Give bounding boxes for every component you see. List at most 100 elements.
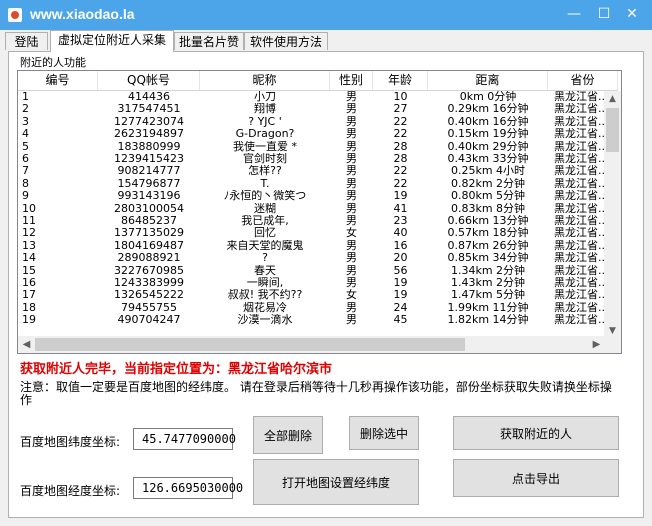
table-row[interactable]: 8 154796877 T. 男 22 0.82km 2分钟 黑龙江省...	[18, 178, 605, 191]
get-nearby-button[interactable]: 获取附近的人	[453, 416, 619, 450]
tab-bar: 登陆 虚拟定位附近人采集 批量名片赞 软件使用方法	[0, 30, 652, 52]
delete-selected-button[interactable]: 删除选中	[349, 416, 419, 450]
close-button[interactable]: ✕	[620, 4, 644, 24]
cell-col-number: 7	[22, 165, 29, 178]
delete-all-button[interactable]: 全部删除	[253, 416, 323, 454]
cell-col-age: 19	[393, 289, 408, 302]
scroll-left-icon[interactable]: ◀	[18, 336, 35, 353]
tab-usage-guide[interactable]: 软件使用方法	[244, 32, 328, 50]
cell-col-age: 41	[393, 202, 408, 215]
longitude-input[interactable]: 126.6695030000	[133, 477, 243, 499]
cell-col-gender: 男	[346, 252, 357, 265]
cell-col-qq: 490704247	[117, 314, 181, 327]
cell-col-qq: 2623194897	[114, 128, 184, 141]
scroll-right-icon[interactable]: ▶	[588, 336, 605, 353]
cell-col-distance: 0.40km 16分钟	[447, 115, 529, 128]
horizontal-scrollbar[interactable]: ◀ ▶	[18, 336, 605, 353]
table-row[interactable]: 7 908214777 怎样?? 男 22 0.25km 4小时 黑龙江省...	[18, 165, 605, 178]
table-row[interactable]: 16 1243383999 一瞬间, 男 19 1.43km 2分钟 黑龙江省...	[18, 277, 605, 290]
cell-col-distance: 0.40km 29分钟	[447, 140, 529, 153]
nearby-people-grid[interactable]: 编号 QQ帐号 昵称 性别 年龄 距离 省份 1 414436 小刀男 10 0km 0分钟 黑龙江省…	[17, 70, 622, 354]
cell-col-nickname: 我使一直爱 *	[233, 140, 297, 153]
table-row[interactable]: 3 1277423074 ? YJC ' 男 22 0.40km 16分钟 黑龙江省...	[18, 116, 605, 129]
longitude-label: 百度地图经度坐标:	[20, 484, 121, 498]
open-map-button[interactable]: 打开地图设置经纬度	[253, 459, 419, 505]
cell-col-nickname: 迷糊	[254, 202, 276, 215]
status-message: 获取附近人完毕，当前指定位置为：黑龙江省哈尔滨市	[20, 362, 333, 377]
cell-col-gender: 男	[346, 103, 357, 116]
cell-col-gender: 女	[346, 289, 357, 302]
scroll-up-icon[interactable]: ▲	[604, 91, 621, 107]
cell-col-qq: 1326545222	[114, 289, 184, 302]
table-row[interactable]: 6 1239415423 官剑时刻 男 28 0.43km 33分钟 黑龙江省...	[18, 153, 605, 166]
cell-col-number: 16	[22, 277, 36, 289]
header-col-number[interactable]: 编号	[18, 71, 98, 90]
note-text: 注意：取值一定要是百度地图的经纬度。 请在登录后稍等待十几秒再操作该功能，部份坐…	[20, 380, 612, 407]
cell-col-gender: 男	[346, 165, 357, 178]
cell-col-qq: 1804169487	[114, 239, 184, 252]
cell-col-qq: 908214777	[117, 165, 181, 178]
cell-col-age: 22	[393, 115, 408, 128]
cell-col-province: 黑龙江省...	[554, 153, 605, 165]
vertical-scroll-thumb[interactable]	[606, 108, 619, 152]
cell-col-number: 11	[22, 215, 36, 227]
cell-col-number: 4	[22, 128, 29, 141]
cell-col-distance: 1.99km 11分钟	[447, 301, 529, 314]
table-row[interactable]: 17 1326545222 叔叔! 我不约?? 女 19 1.47km 5分钟 黑龙江省..…	[18, 289, 605, 302]
table-row[interactable]: 12 1377135029 回忆 女 40 0.57km 18分钟 黑龙江省...	[18, 227, 605, 240]
maximize-button[interactable]: ☐	[592, 4, 616, 24]
table-row[interactable]: 9 993143196 ﾉ永恒的丶微笑つ 男 19 0.80km 5分钟 黑龙江省...	[18, 190, 605, 203]
cell-col-distance: 1.82km 14分钟	[447, 314, 529, 327]
table-row[interactable]: 13 1804169487 来自天堂的魔鬼 男 16 0.87km 26分钟 黑龙江省...	[18, 240, 605, 253]
cell-col-age: 24	[393, 301, 408, 314]
cell-col-number: 13	[22, 239, 36, 252]
cell-col-nickname: 沙漠一滴水	[237, 314, 293, 327]
vertical-scrollbar[interactable]: ▲ ▼	[604, 91, 621, 339]
header-col-age[interactable]: 年龄	[373, 71, 428, 90]
tab-nearby-collect[interactable]: 虚拟定位附近人采集	[50, 30, 174, 52]
header-col-qq[interactable]: QQ帐号	[98, 71, 200, 90]
table-row[interactable]: 2 317547451 翔博 男 27 0.29km 16分钟 黑龙江省...	[18, 103, 605, 116]
minimize-button[interactable]: —	[562, 4, 586, 24]
table-row[interactable]: 15 3227670985 春天 男 56 1.34km 2分钟 黑龙江省...	[18, 265, 605, 278]
panel-label: 附近的人功能	[20, 56, 86, 69]
cell-col-gender: 男	[346, 277, 357, 289]
header-col-gender[interactable]: 性别	[330, 71, 373, 90]
cell-col-distance: 0.66km 13分钟	[447, 215, 529, 227]
table-row[interactable]: 14 289088921? 男 20 0.85km 34分钟 黑龙江省...	[18, 252, 605, 265]
header-col-province[interactable]: 省份	[548, 71, 618, 90]
cell-col-number: 17	[22, 289, 36, 302]
cell-col-nickname: 春天	[254, 264, 276, 277]
table-row[interactable]: 1 414436 小刀 男 10 0km 0分钟 黑龙江省...	[18, 91, 605, 104]
table-row[interactable]: 10 2803100054 迷糊 男 41 0.83km 8分钟 黑龙江省...	[18, 203, 605, 216]
tab-batch-card-like[interactable]: 批量名片赞	[174, 32, 244, 50]
grid-rows: 1 414436 小刀男 10 0km 0分钟 黑龙江省... 2 317547451 翔博男 2…	[18, 91, 605, 339]
table-row[interactable]: 11 86485237 我已成年, 男 23 0.66km 13分钟 黑龙江省...	[18, 215, 605, 228]
horizontal-scroll-thumb[interactable]	[35, 338, 465, 351]
header-col-nickname[interactable]: 昵称	[200, 71, 330, 90]
cell-col-nickname: 烟花易冷	[243, 301, 287, 314]
cell-col-nickname: 翔博	[254, 103, 276, 116]
export-button[interactable]: 点击导出	[453, 459, 619, 497]
table-row[interactable]: 19 490704247 沙漠一滴水 男 45 1.82km 14分钟 黑龙江省...	[18, 314, 605, 327]
cell-col-nickname: 一瞬间,	[246, 277, 284, 289]
cell-col-age: 19	[393, 190, 408, 203]
latitude-input[interactable]: 45.7477090000	[133, 428, 236, 450]
table-row[interactable]: 18 79455755 烟花易冷 男 24 1.99km 11分钟 黑龙江省...	[18, 302, 605, 315]
cell-col-nickname: 我已成年,	[241, 215, 289, 227]
cell-col-gender: 男	[346, 239, 357, 252]
cell-col-age: 20	[393, 252, 408, 265]
table-row[interactable]: 5 183880999 我使一直爱 * 男 28 0.40km 29分钟 黑龙江省...	[18, 141, 605, 154]
cell-col-number: 1	[22, 91, 29, 103]
header-col-distance[interactable]: 距离	[428, 71, 548, 90]
cell-col-distance: 1.43km 2分钟	[450, 277, 526, 289]
table-row[interactable]: 4 2623194897 G-Dragon? 男 22 0.15km 19分钟 黑龙江省..…	[18, 128, 605, 141]
cell-col-nickname: T.	[260, 177, 270, 190]
tab-login[interactable]: 登陆	[5, 32, 48, 50]
cell-col-province: 黑龙江省...	[554, 277, 605, 289]
cell-col-province: 黑龙江省...	[554, 115, 605, 128]
cell-col-distance: 1.34km 2分钟	[450, 264, 526, 277]
cell-col-gender: 男	[346, 177, 357, 190]
cell-col-gender: 男	[346, 115, 357, 128]
cell-col-nickname: 回忆	[254, 227, 276, 240]
